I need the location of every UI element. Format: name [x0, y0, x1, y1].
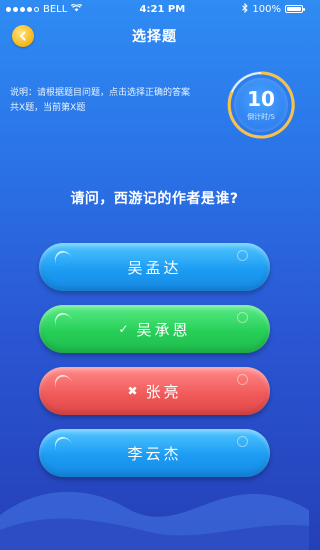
question-text: 请问，西游记的作者是谁? — [70, 191, 239, 207]
page-title: 选择题 — [132, 29, 177, 45]
signal-dot — [6, 6, 11, 12]
signal-dots-icon — [6, 6, 39, 12]
back-button[interactable] — [12, 25, 34, 47]
bluetooth-icon — [242, 2, 249, 16]
carrier-label: BELL — [43, 3, 68, 15]
battery-percent: 100% — [252, 3, 281, 15]
background-hills — [0, 491, 309, 550]
chevron-left-icon — [20, 31, 26, 41]
signal-dot — [34, 6, 39, 12]
wifi-icon — [71, 2, 83, 15]
battery-icon — [285, 5, 305, 13]
clock: 4:21 PM — [139, 3, 186, 15]
timer-value: 10 — [247, 86, 275, 111]
option-label: 吴孟达 — [127, 258, 182, 277]
signal-dot — [27, 6, 32, 12]
option-button-3[interactable]: ✖ 张亮 — [39, 367, 270, 415]
instructions-line-2: 共X题，当前第X题 — [10, 103, 86, 113]
countdown-timer: 10 倒计时/S — [226, 70, 296, 140]
nav-bar: 选择题 — [0, 18, 309, 54]
signal-dot — [13, 6, 18, 12]
option-button-1[interactable]: 吴孟达 — [39, 243, 270, 291]
option-label: 张亮 — [145, 382, 182, 401]
status-right: 100% — [242, 2, 305, 16]
option-button-2[interactable]: ✓ 吴承恩 — [39, 305, 270, 353]
timer-face: 10 倒计时/S — [234, 78, 288, 132]
signal-dot — [20, 6, 25, 12]
status-bar: BELL 4:21 PM 100% — [0, 0, 309, 18]
cross-icon: ✖ — [127, 384, 138, 398]
option-label: 吴承恩 — [136, 320, 191, 339]
instructions-line-1: 说明：请根据题目问题，点击选择正确的答案 — [10, 88, 191, 98]
instructions: 说明：请根据题目问题，点击选择正确的答案 共X题，当前第X题 — [10, 86, 220, 116]
status-left: BELL — [6, 2, 83, 15]
check-icon: ✓ — [118, 322, 129, 336]
timer-label: 倒计时/S — [247, 112, 275, 121]
